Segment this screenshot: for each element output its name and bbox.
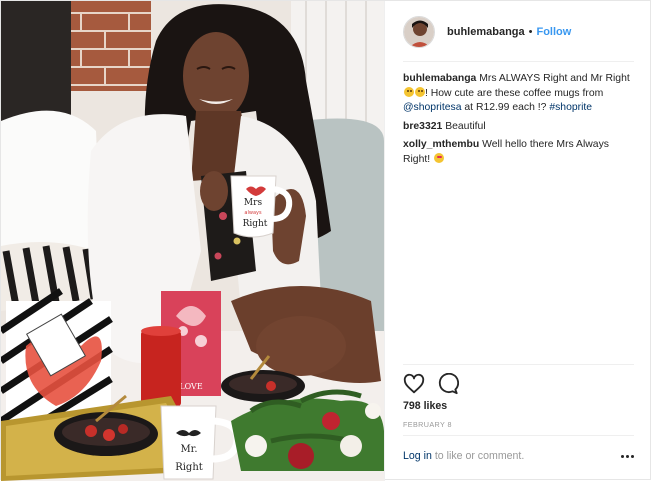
caption-text-end: at R12.99 each !? xyxy=(464,102,547,113)
post-date[interactable]: FEBRUARY 8 xyxy=(403,420,452,429)
header-separator: • xyxy=(528,26,533,38)
post-photo[interactable]: Mrs always Right LOVE Mr. Right xyxy=(1,1,384,481)
mug-text-right: Right xyxy=(243,219,268,229)
mug-text-mr: Mr. xyxy=(180,444,197,455)
mug-text-mr-right: Right xyxy=(175,462,203,473)
comment-username[interactable]: bre3321 xyxy=(403,121,442,132)
action-bar xyxy=(403,373,459,395)
pillow xyxy=(1,110,101,261)
login-link[interactable]: Log in xyxy=(403,450,432,462)
header-divider xyxy=(403,61,634,62)
caption-text-start: Mrs ALWAYS Right and Mr Right xyxy=(479,73,630,84)
heart-icon[interactable] xyxy=(403,373,425,395)
comment-icon[interactable] xyxy=(437,373,459,395)
hashtag-link[interactable]: #shoprite xyxy=(549,102,592,113)
header-username[interactable]: buhlemabanga xyxy=(447,26,525,38)
instagram-post: Mrs always Right LOVE Mr. Right buhlemab… xyxy=(0,0,651,481)
login-footer: Log in to like or comment. xyxy=(403,450,634,462)
actions-divider xyxy=(403,364,634,365)
comment-username[interactable]: xolly_mthembu xyxy=(403,139,479,150)
comments-section: buhlemabanga Mrs ALWAYS Right and Mr Rig… xyxy=(403,72,633,171)
heart-eyes-emoji-icon xyxy=(434,152,445,163)
comment: xolly_mthembu Well hello there Mrs Alway… xyxy=(403,138,633,167)
mug-text-mrs: Mrs xyxy=(244,198,263,208)
likes-count[interactable]: 798 likes xyxy=(403,400,447,412)
avatar[interactable] xyxy=(403,16,435,48)
caption-username[interactable]: buhlemabanga xyxy=(403,73,476,84)
red-candle xyxy=(141,331,181,406)
mug-text-always: always xyxy=(244,210,262,216)
mention-link[interactable]: @shopritesa xyxy=(403,102,462,113)
grin-emoji-icon xyxy=(404,86,414,97)
footer-divider xyxy=(403,435,634,436)
comment-text: Beautiful xyxy=(445,120,486,132)
grin-emoji-icon-2 xyxy=(415,86,425,97)
post-details-panel: buhlemabanga • Follow buhlemabanga Mrs A… xyxy=(384,1,651,481)
card-text: LOVE xyxy=(179,382,203,391)
person-face xyxy=(183,32,249,120)
caption-text-middle: ! How cute are these coffee mugs from xyxy=(425,87,604,99)
caption: buhlemabanga Mrs ALWAYS Right and Mr Rig… xyxy=(403,72,633,116)
more-options-icon[interactable] xyxy=(621,453,634,460)
login-suffix: to like or comment. xyxy=(434,450,525,462)
post-header: buhlemabanga • Follow xyxy=(403,15,634,49)
login-prompt: Log in to like or comment. xyxy=(403,450,524,462)
follow-button[interactable]: Follow xyxy=(536,26,571,38)
comment: bre3321 Beautiful xyxy=(403,120,633,135)
